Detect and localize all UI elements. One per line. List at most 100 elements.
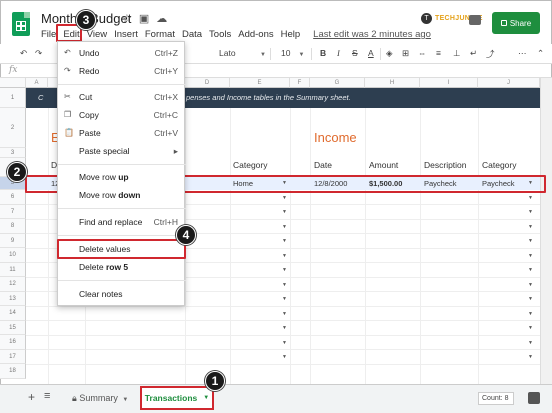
dropdown-arrow-icon[interactable]: ▼: [282, 282, 287, 288]
font-size-select[interactable]: 10 ▼: [281, 48, 304, 58]
col-header-e[interactable]: E: [230, 78, 290, 88]
row-header-17[interactable]: 17: [0, 349, 26, 364]
share-button[interactable]: Share: [492, 12, 540, 34]
move-folder-icon[interactable]: ▣: [139, 12, 149, 25]
dropdown-arrow-icon[interactable]: ▼: [282, 253, 287, 259]
menu-help[interactable]: Help: [281, 29, 301, 40]
cloud-status-icon[interactable]: ☁: [156, 12, 167, 25]
dropdown-arrow-icon[interactable]: ▼: [282, 267, 287, 273]
menu-item-move-row-up[interactable]: Move row up: [58, 170, 186, 186]
dropdown-arrow-icon[interactable]: ▼: [528, 209, 533, 215]
menu-tools[interactable]: Tools: [209, 29, 231, 40]
font-chevron-icon[interactable]: ▼: [258, 48, 266, 58]
col-header-f[interactable]: F: [290, 78, 310, 88]
dropdown-arrow-icon[interactable]: ▼: [528, 224, 533, 230]
row-header-1[interactable]: 1: [0, 88, 26, 108]
menu-file[interactable]: File: [41, 29, 56, 40]
comments-icon[interactable]: [469, 15, 481, 25]
dropdown-arrow-icon[interactable]: ▼: [528, 238, 533, 244]
menu-format[interactable]: Format: [145, 29, 175, 40]
dropdown-arrow-icon[interactable]: ▼: [528, 311, 533, 317]
menu-insert[interactable]: Insert: [114, 29, 138, 40]
row-header-18[interactable]: 18: [0, 364, 26, 379]
menu-addons[interactable]: Add-ons: [238, 29, 273, 40]
tab-summary[interactable]: 🔒︎ Summary ▼: [72, 393, 128, 404]
dropdown-arrow-icon[interactable]: ▼: [528, 195, 533, 201]
text-color-button[interactable]: A: [368, 48, 374, 58]
menu-item-find-replace[interactable]: Find and replace Ctrl+H: [58, 215, 186, 231]
menu-view[interactable]: View: [87, 29, 107, 40]
dropdown-arrow-icon[interactable]: ▼: [282, 354, 287, 360]
font-select[interactable]: Lato: [219, 48, 236, 58]
valign-icon[interactable]: ⊥: [453, 48, 460, 59]
undo-icon[interactable]: ↶: [20, 48, 27, 59]
dropdown-arrow-icon[interactable]: ▼: [528, 354, 533, 360]
vertical-scrollbar[interactable]: [540, 78, 552, 384]
sheet-list-button[interactable]: ≡: [44, 390, 50, 402]
dropdown-arrow-icon[interactable]: ▼: [282, 311, 287, 317]
borders-icon[interactable]: ⊞: [402, 48, 409, 59]
menu-item-redo[interactable]: ↷ Redo Ctrl+Y: [58, 64, 186, 80]
menu-item-undo[interactable]: ↶ Undo Ctrl+Z: [58, 46, 186, 62]
dropdown-arrow-icon[interactable]: ▼: [528, 340, 533, 346]
row-header-11[interactable]: 11: [0, 262, 26, 277]
col-header-g[interactable]: G: [310, 78, 365, 88]
row-header-12[interactable]: 12: [0, 277, 26, 292]
row-header-2[interactable]: 2: [0, 108, 26, 148]
merge-cells-icon[interactable]: ⇔: [418, 48, 427, 58]
collapse-icon[interactable]: ⌃: [537, 48, 544, 59]
strikethrough-button[interactable]: S: [352, 48, 358, 58]
align-icon[interactable]: ≡: [436, 48, 441, 58]
corner-cell[interactable]: [0, 78, 26, 88]
col-header-d[interactable]: D: [185, 78, 230, 88]
dropdown-arrow-icon[interactable]: ▼: [528, 253, 533, 259]
dropdown-arrow-icon[interactable]: ▼: [528, 325, 533, 331]
col-header-i[interactable]: I: [420, 78, 478, 88]
star-icon[interactable]: ☆: [122, 12, 132, 25]
rotate-icon[interactable]: ⤴: [486, 48, 495, 60]
row-header-8[interactable]: 8: [0, 219, 26, 234]
last-edit-link[interactable]: Last edit was 2 minutes ago: [313, 29, 431, 40]
explore-icon[interactable]: [528, 392, 540, 404]
menu-item-clear-notes[interactable]: Clear notes: [58, 287, 186, 303]
fill-color-icon[interactable]: ◈: [386, 48, 393, 59]
dropdown-arrow-icon[interactable]: ▼: [528, 296, 533, 302]
col-header-a[interactable]: A: [26, 78, 48, 88]
dropdown-arrow-icon[interactable]: ▼: [282, 340, 287, 346]
menu-item-move-row-down[interactable]: Move row down: [58, 188, 186, 204]
row-header-14[interactable]: 14: [0, 306, 26, 321]
dropdown-arrow-icon[interactable]: ▼: [282, 238, 287, 244]
menu-data[interactable]: Data: [182, 29, 202, 40]
row-header-10[interactable]: 10: [0, 248, 26, 263]
dropdown-arrow-icon[interactable]: ▼: [282, 195, 287, 201]
more-icon[interactable]: ⋯: [518, 48, 527, 59]
row-header-3[interactable]: 3: [0, 148, 26, 158]
dropdown-arrow-icon[interactable]: ▼: [528, 282, 533, 288]
menu-item-copy[interactable]: ❐ Copy Ctrl+C: [58, 108, 186, 124]
col-header-j[interactable]: J: [478, 78, 540, 88]
count-summary[interactable]: Count: 8: [478, 392, 514, 405]
wrap-icon[interactable]: ↵: [470, 48, 477, 59]
redo-icon[interactable]: ↷: [35, 48, 42, 59]
dropdown-arrow-icon[interactable]: ▼: [282, 209, 287, 215]
menu-item-delete-row[interactable]: Delete row 5: [58, 260, 186, 276]
dropdown-arrow-icon[interactable]: ▼: [528, 267, 533, 273]
row-header-9[interactable]: 9: [0, 233, 26, 248]
bold-button[interactable]: B: [320, 48, 326, 58]
dropdown-arrow-icon[interactable]: ▼: [282, 296, 287, 302]
row-header-6[interactable]: 6: [0, 190, 26, 205]
menu-item-paste[interactable]: 📋 Paste Ctrl+V: [58, 126, 186, 142]
dropdown-arrow-icon[interactable]: ▼: [282, 224, 287, 230]
dropdown-arrow-icon[interactable]: ▼: [282, 325, 287, 331]
menu-item-cut[interactable]: ✂ Cut Ctrl+X: [58, 90, 186, 106]
col-header-h[interactable]: H: [365, 78, 420, 88]
italic-button[interactable]: I: [337, 48, 340, 58]
row-header-13[interactable]: 13: [0, 291, 26, 306]
add-sheet-button[interactable]: +: [28, 390, 35, 404]
row-header-16[interactable]: 16: [0, 335, 26, 350]
row-header-7[interactable]: 7: [0, 204, 26, 219]
row-header-15[interactable]: 15: [0, 320, 26, 335]
sheets-logo-icon[interactable]: [12, 12, 30, 36]
menu-item-paste-special[interactable]: Paste special ▸: [58, 144, 186, 160]
tab-transactions[interactable]: Transactions ▼: [140, 386, 214, 410]
